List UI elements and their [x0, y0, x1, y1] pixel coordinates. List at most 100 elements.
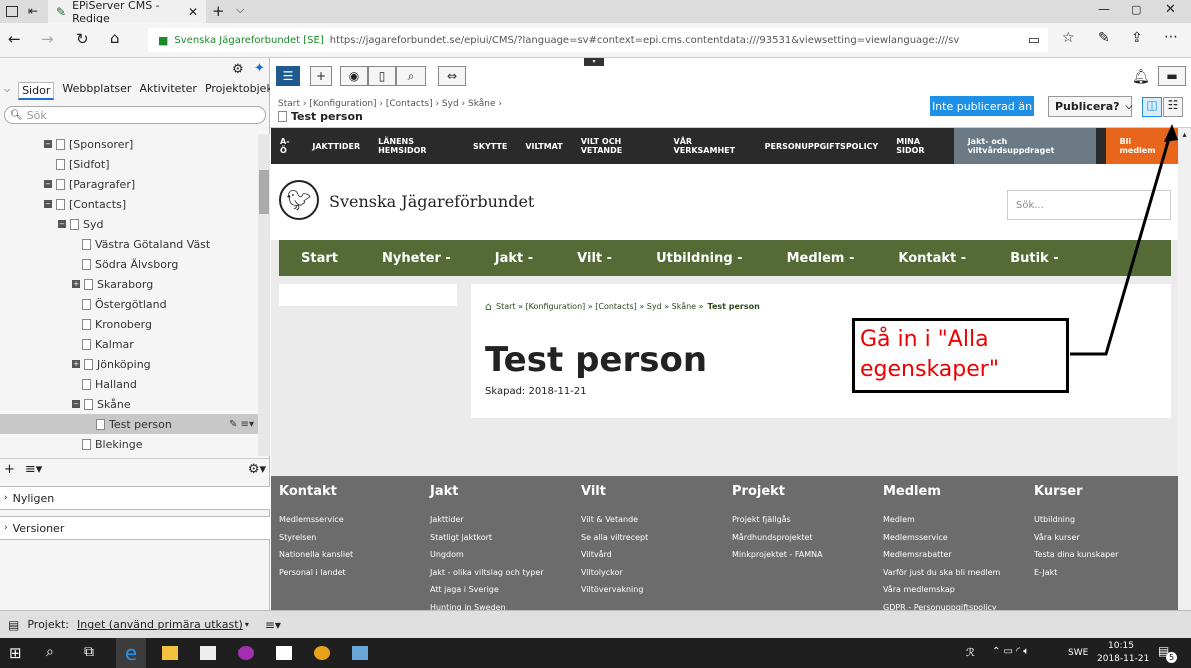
edit-icon[interactable]: ✎ ≡▾ [229, 419, 254, 430]
site-logo-text[interactable]: Svenska Jägareförbundet [329, 192, 534, 211]
store-icon[interactable] [200, 646, 216, 660]
footer-link[interactable]: Medlemsrabatter [883, 546, 1000, 564]
site-breadcrumb[interactable]: Start » [Konfiguration] » [Contacts] » S… [496, 302, 704, 311]
collapse-toolbar-icon[interactable]: ▾ [584, 58, 604, 66]
home-icon[interactable]: ⌂ [110, 29, 120, 47]
compare-button[interactable]: ⇔ [438, 66, 466, 86]
footer-link[interactable]: Se alla viltrecept [581, 529, 648, 547]
clock-date[interactable]: 2018-11-21 [1097, 654, 1149, 664]
tree-node[interactable]: Blekinge [82, 434, 143, 454]
add-button[interactable]: + [310, 66, 332, 86]
tree-node-selected[interactable]: Test person ✎ ≡▾ [0, 414, 258, 434]
footer-link[interactable]: Varför just du ska bli medlem [883, 564, 1000, 582]
footer-link[interactable]: Viltolyckor [581, 564, 648, 582]
tab-episerver[interactable]: ✎ EPiServer CMS - Redige ✕ [48, 0, 206, 25]
expander-icon[interactable]: − [58, 220, 66, 228]
people-icon[interactable]: ℛ [966, 646, 975, 659]
expander-icon[interactable]: − [72, 400, 80, 408]
preview-button[interactable]: ◉ [340, 66, 368, 86]
refresh-icon[interactable]: ↻ [76, 30, 89, 48]
tree-node[interactable]: − [Sponsorer] [44, 134, 133, 154]
recent-widget-header[interactable]: › Nyligen [0, 486, 270, 510]
tray-icons[interactable]: ⌃ ▭ ◜ 🔈︎ [992, 646, 1029, 657]
footer-link[interactable]: Viltvård [581, 546, 648, 564]
footer-link[interactable]: Medlem [883, 511, 1000, 529]
tree-node[interactable]: − Syd [58, 214, 103, 234]
topnav-link[interactable]: JAKTTIDER [303, 142, 369, 151]
footer-link[interactable]: Att jaga i Sverige [430, 581, 544, 599]
topnav-link[interactable]: MINA SIDOR [887, 137, 953, 155]
footer-link[interactable]: Medlemsservice [279, 511, 353, 529]
topnav-link[interactable]: A-Ö [271, 137, 303, 155]
back-tabs-icon[interactable]: ⇤ [28, 4, 38, 18]
expander-icon[interactable]: − [44, 180, 52, 188]
language-indicator[interactable]: SWE [1068, 648, 1088, 658]
mainnav-link[interactable]: Jakt - [473, 251, 555, 266]
mail-icon[interactable] [276, 646, 292, 660]
cms-page-name[interactable]: Test person [291, 110, 363, 123]
tab-pages[interactable]: Sidor [18, 82, 55, 100]
settings-icon[interactable]: ⚙▾ [248, 462, 266, 477]
notes-app-icon[interactable] [352, 646, 368, 660]
mainnav-link[interactable]: Medlem - [765, 251, 877, 266]
expander-icon[interactable]: − [44, 200, 52, 208]
versions-widget-header[interactable]: › Versioner [0, 516, 270, 540]
tree-node[interactable]: + Skaraborg [72, 274, 153, 294]
topnav-link[interactable]: SKYTTE [464, 142, 516, 151]
window-close-icon[interactable]: ✕ [1165, 2, 1176, 17]
minimize-icon[interactable]: — [1098, 2, 1110, 16]
menu-icon[interactable]: ≡▾ [25, 462, 42, 477]
tab-project-items[interactable]: Projektobjekt [205, 82, 277, 100]
footer-link[interactable]: Vilt & Vetande [581, 511, 648, 529]
footer-link[interactable]: Nationella kansliet [279, 546, 353, 564]
close-tab-icon[interactable]: ✕ [188, 5, 198, 19]
tree-node[interactable]: − [Contacts] [44, 194, 126, 214]
tab-actions-icon[interactable] [6, 6, 18, 17]
forward-icon[interactable]: → [41, 30, 54, 48]
tree-node[interactable]: Västra Götaland Väst [82, 234, 210, 254]
search-icon[interactable]: ⌕ [46, 644, 54, 660]
cms-breadcrumb[interactable]: Start › [Konfiguration] › [Contacts] › S… [278, 99, 502, 109]
mainnav-link[interactable]: Vilt - [555, 251, 634, 266]
chevron-down-icon[interactable]: ⌵ [236, 3, 244, 17]
edge-icon[interactable]: e [116, 638, 146, 668]
topnav-link[interactable]: LÄNENS HEMSIDOR [369, 137, 464, 155]
footer-link[interactable]: Ungdom [430, 546, 544, 564]
tree-scrollbar[interactable] [258, 134, 270, 456]
share-icon[interactable]: ⇪ [1131, 30, 1143, 46]
publish-button[interactable]: Publicera? ⌵ [1048, 96, 1132, 117]
mainnav-link[interactable]: Start [279, 251, 360, 266]
maximize-icon[interactable]: ▢ [1131, 3, 1141, 16]
task-view-icon[interactable]: ⧉ [84, 644, 94, 660]
tree-node[interactable]: Östergötland [82, 294, 167, 314]
footer-link[interactable]: Utbildning [1034, 511, 1118, 529]
tree-node[interactable]: Kronoberg [82, 314, 152, 334]
chrome-icon[interactable] [314, 646, 330, 660]
back-icon[interactable]: ← [8, 30, 21, 48]
collapse-icon[interactable]: ⌵ [4, 85, 10, 100]
footer-link[interactable]: Projekt fjällgås [732, 511, 823, 529]
footer-link[interactable]: Testa dina kunskaper [1034, 546, 1118, 564]
tree-node[interactable]: Halland [82, 374, 137, 394]
tree-node[interactable]: Södra Älvsborg [82, 254, 178, 274]
footer-link[interactable]: GDPR - Personuppgiftspolicy [883, 599, 1000, 611]
chevron-down-icon[interactable]: ▾ [245, 620, 249, 629]
device-preview-button[interactable]: ▯ [368, 66, 396, 86]
assets-pane-button[interactable]: ▬ [1158, 66, 1186, 86]
url-bar[interactable]: ■ Svenska Jägareforbundet [SE] https://j… [148, 28, 1048, 52]
clock-time[interactable]: 10:15 [1108, 641, 1134, 651]
favorites-icon[interactable]: ☆ [1062, 30, 1075, 46]
mainnav-link[interactable]: Nyheter - [360, 251, 473, 266]
tree-node[interactable]: [Sidfot] [56, 154, 110, 174]
topnav-link[interactable]: VÅR VERKSAMHET [665, 137, 756, 155]
footer-link[interactable]: Våra kurser [1034, 529, 1118, 547]
home-icon[interactable]: ⌂ [485, 300, 492, 313]
expander-icon[interactable]: + [72, 280, 80, 288]
footer-link[interactable]: Jakt - olika viltslag och typer [430, 564, 544, 582]
expander-icon[interactable]: − [44, 140, 52, 148]
new-tab-icon[interactable]: + [212, 2, 225, 20]
footer-link[interactable]: E-Jakt [1034, 564, 1118, 582]
project-menu-icon[interactable]: ≡▾ [265, 618, 281, 632]
logo-emblem-icon[interactable]: 🐦︎ [279, 180, 319, 220]
notification-bell-icon[interactable]: 🔔︎ [1132, 69, 1150, 85]
